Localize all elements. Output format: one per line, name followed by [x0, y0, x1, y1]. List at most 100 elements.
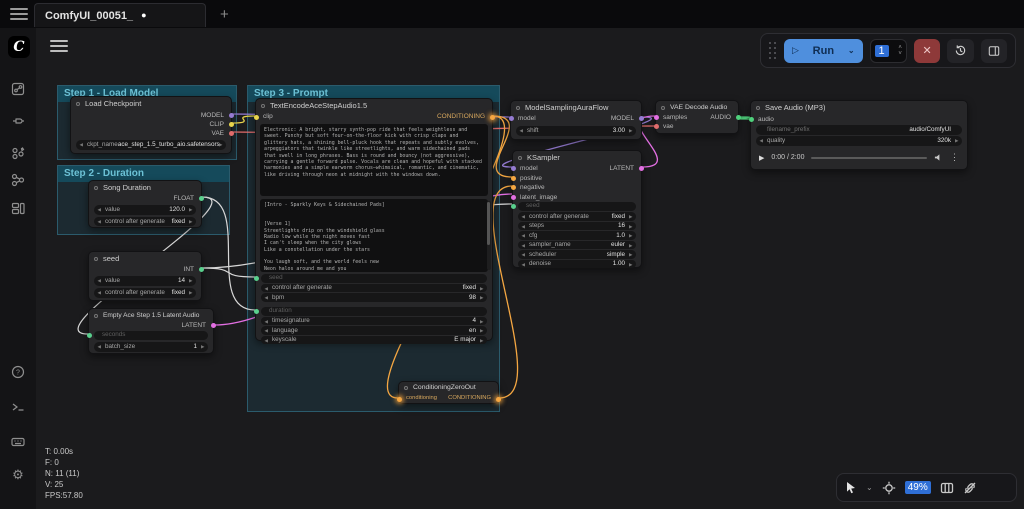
widget-steps[interactable]: steps 16 [518, 222, 636, 231]
widget-cfg[interactable]: cfg 1.0 [518, 231, 636, 240]
widget-control-after-generate[interactable]: control after generate fixed [518, 212, 636, 221]
workflows-icon[interactable] [10, 81, 26, 97]
port-negative-in[interactable] [511, 185, 516, 190]
batch-count-stepper[interactable]: 1 ˄˅ [870, 39, 907, 63]
cursor-tool-icon[interactable] [845, 481, 857, 494]
port-vae[interactable] [229, 131, 234, 136]
widget-value[interactable]: value 14 [94, 276, 196, 286]
chevron-down-icon[interactable]: ⌄ [848, 46, 855, 55]
widget-control-after-generate[interactable]: control after generate fixed [94, 217, 196, 227]
node-vae-decode-audio[interactable]: VAE Decode Audio samples AUDIO vae [655, 100, 739, 134]
port-latent-out[interactable] [639, 166, 644, 171]
port-duration-in[interactable] [254, 309, 259, 314]
widget-denoise[interactable]: denoise 1.00 [518, 260, 636, 269]
settings-gear-icon[interactable]: ⚙ [10, 467, 26, 483]
port-conditioning-out[interactable] [496, 397, 501, 402]
cursor-tool-chevron-icon[interactable]: ⌄ [866, 483, 873, 492]
node-save-audio-mp3[interactable]: Save Audio (MP3) audio filename_prefix a… [750, 100, 968, 170]
port-conditioning-in[interactable] [397, 397, 402, 402]
port-model-in[interactable] [509, 116, 514, 121]
model-library-icon[interactable] [10, 172, 26, 188]
port-latent-image-in[interactable] [511, 195, 516, 200]
node-model-sampling-auraflow[interactable]: ModelSamplingAuraFlow model MODEL shift … [510, 100, 642, 140]
port-positive-in[interactable] [511, 176, 516, 181]
port-conditioning-out[interactable] [490, 115, 495, 120]
new-tab-button[interactable]: + [220, 6, 229, 23]
fit-view-icon[interactable] [882, 481, 896, 495]
workflow-tab[interactable]: ComfyUI_00051_ ● [34, 3, 206, 27]
widget-sampler-name[interactable]: sampler_name euler [518, 241, 636, 250]
widget-ckpt-name[interactable]: ckpt_name ace_step_1.5_turbo_aio.safeten… [76, 140, 226, 150]
history-button[interactable] [947, 39, 973, 63]
player-menu-icon[interactable]: ⋮ [950, 152, 959, 163]
collapse-dot-icon[interactable] [756, 106, 760, 110]
widget-shift[interactable]: shift 3.00 [516, 126, 636, 136]
node-seed[interactable]: seed INT value 14 control after generate… [88, 251, 202, 301]
widget-quality[interactable]: quality 320k [756, 136, 962, 146]
node-empty-latent-audio[interactable]: Empty Ace Step 1.5 Latent Audio LATENT s… [88, 308, 214, 354]
port-vae-in[interactable] [654, 124, 659, 129]
node-ksampler[interactable]: KSampler model LATENT positive negative … [512, 150, 642, 268]
collapse-dot-icon[interactable] [261, 104, 265, 108]
port-model-in[interactable] [511, 166, 516, 171]
player-seek-bar[interactable] [811, 157, 927, 159]
collapse-dot-icon[interactable] [516, 106, 520, 110]
collapse-dot-icon[interactable] [94, 314, 98, 318]
cancel-button[interactable]: ✕ [914, 39, 940, 63]
help-icon[interactable]: ? [10, 364, 26, 380]
port-seed-in[interactable] [254, 276, 259, 281]
port-audio-in[interactable] [749, 117, 754, 122]
lyrics-scrollbar[interactable] [487, 201, 491, 270]
widget-language[interactable]: language en [261, 326, 487, 335]
node-library-icon[interactable] [10, 145, 26, 161]
node-song-duration[interactable]: Song Duration FLOAT value 120.0 control … [88, 180, 202, 228]
input-seed-slot[interactable]: seed [261, 274, 487, 283]
tags-textarea[interactable]: Electronic: A bright, starry synth-pop r… [260, 124, 488, 196]
widget-scheduler[interactable]: scheduler simple [518, 250, 636, 259]
port-clip-in[interactable] [254, 115, 259, 120]
zoom-level[interactable]: 49% [905, 481, 931, 494]
port-seed-in[interactable] [511, 204, 516, 209]
collapse-dot-icon[interactable] [94, 257, 98, 261]
port-seconds[interactable] [87, 333, 92, 338]
port-latent[interactable] [211, 323, 216, 328]
widget-filename-prefix[interactable]: filename_prefix audio/ComfyUI [756, 125, 962, 135]
toggle-links-icon[interactable] [963, 481, 977, 495]
run-button[interactable]: ▷ Run ⌄ [784, 39, 863, 63]
templates-icon[interactable] [10, 200, 26, 216]
keyboard-shortcuts-icon[interactable] [10, 434, 26, 450]
node-text-encode[interactable]: TextEncodeAceStepAudio1.5 clip CONDITION… [255, 98, 493, 341]
comfyui-logo[interactable]: C [8, 36, 30, 58]
widget-control-after-generate[interactable]: control after generate fixed [94, 288, 196, 298]
lyrics-textarea[interactable]: [Intro - Sparkly Keys & Sidechained Pads… [260, 199, 488, 272]
toggle-panel-button[interactable] [981, 39, 1007, 63]
widget-bpm[interactable]: bpm 98 [261, 293, 487, 302]
widget-keyscale[interactable]: keyscale E major [261, 336, 487, 345]
menu-icon[interactable] [10, 8, 28, 20]
node-conditioning-zero-out[interactable]: ConditioningZeroOut conditioning CONDITI… [398, 381, 499, 404]
widget-timesignature[interactable]: timesignature 4 [261, 317, 487, 326]
widget-control-after-generate[interactable]: control after generate fixed [261, 284, 487, 293]
custom-nodes-icon[interactable] [10, 113, 26, 129]
canvas-menu-icon[interactable] [50, 40, 68, 52]
stepper-arrows[interactable]: ˄˅ [898, 45, 902, 57]
port-int[interactable] [199, 267, 204, 272]
play-button[interactable]: ▶ [759, 154, 764, 162]
collapse-dot-icon[interactable] [94, 186, 98, 190]
widget-batch-size[interactable]: batch_size 1 [94, 342, 208, 352]
collapse-dot-icon[interactable] [76, 102, 80, 106]
port-model[interactable] [229, 113, 234, 118]
port-samples-in[interactable] [654, 115, 659, 120]
widget-value[interactable]: value 120.0 [94, 205, 196, 215]
port-float[interactable] [199, 196, 204, 201]
collapse-dot-icon[interactable] [518, 156, 522, 160]
node-load-checkpoint[interactable]: Load Checkpoint MODEL CLIP VAE ckpt_name… [70, 96, 232, 154]
collapse-dot-icon[interactable] [661, 106, 665, 110]
collapse-dot-icon[interactable] [404, 386, 408, 390]
minimap-icon[interactable] [940, 481, 954, 495]
input-seconds-slot[interactable]: seconds [94, 331, 208, 340]
port-clip[interactable] [229, 122, 234, 127]
terminal-icon[interactable] [10, 399, 26, 415]
port-model-out[interactable] [639, 116, 644, 121]
drag-handle-icon[interactable] [769, 42, 777, 60]
